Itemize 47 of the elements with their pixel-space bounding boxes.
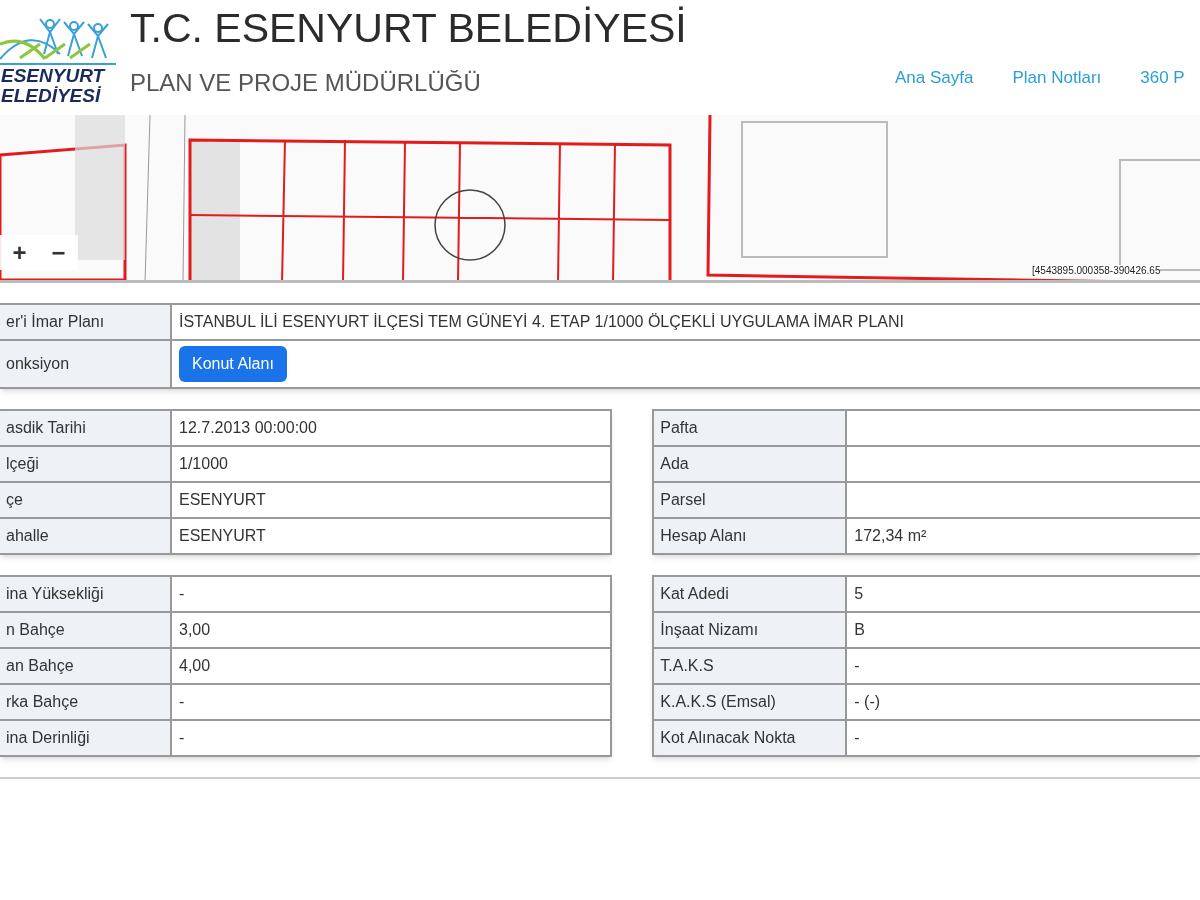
row-label: er'i İmar Planı — [0, 305, 172, 339]
row-value: - — [179, 584, 185, 604]
row-value: 5 — [854, 584, 864, 604]
row-label: Kat Adedi — [654, 577, 848, 611]
function-badge[interactable]: Konut Alanı — [179, 346, 287, 382]
row-label: İnşaat Nizamı — [654, 613, 848, 647]
zoom-in-button[interactable]: + — [8, 240, 31, 265]
row-label: Parsel — [654, 483, 848, 517]
row-label: T.A.K.S — [654, 649, 848, 683]
row-label: Kot Alınacak Nokta — [654, 721, 848, 755]
row-label: ina Yüksekliği — [0, 577, 172, 611]
row-value: İSTANBUL İLİ ESENYURT İLÇESİ TEM GÜNEYİ 4. ETAP 1/1000 ÖLÇEKLİ UYGULAMA İMAR PLANI — [179, 312, 904, 332]
row-label: Ada — [654, 447, 848, 481]
row-label: rka Bahçe — [0, 685, 172, 719]
row-value: ESENYURT — [179, 526, 266, 546]
row-label: lçeği — [0, 447, 172, 481]
row-label: K.A.K.S (Emsal) — [654, 685, 848, 719]
row-label: ina Derinliği — [0, 721, 172, 755]
map-coordinates: [4543895.000358-390426.65 — [1032, 265, 1161, 277]
row-value: - (-) — [854, 692, 881, 712]
site-title: T.C. ESENYURT BELEDİYESİ — [130, 4, 687, 52]
row-label: çe — [0, 483, 172, 517]
row-value: 4,00 — [179, 656, 211, 676]
row-value: - — [179, 728, 185, 748]
row-value: - — [179, 692, 185, 712]
row-label: Hesap Alanı — [654, 519, 848, 553]
logo-text: ESENYURT — [0, 66, 107, 86]
zoom-out-button[interactable]: − — [47, 240, 70, 265]
row-label: asdik Tarihi — [0, 411, 172, 445]
row-label: n Bahçe — [0, 613, 172, 647]
row-value: 1/1000 — [179, 454, 228, 474]
site-subtitle: PLAN VE PROJE MÜDÜRLÜĞÜ — [130, 68, 482, 98]
row-label: an Bahçe — [0, 649, 172, 683]
row-value: - — [854, 656, 860, 676]
row-value: 172,34 m² — [854, 526, 927, 546]
nav-link[interactable]: 360 P — [1140, 65, 1185, 91]
row-label: ahalle — [0, 519, 172, 553]
row-value: ESENYURT — [179, 490, 266, 510]
row-label: onksiyon — [0, 341, 172, 387]
row-value: - — [854, 728, 860, 748]
nav-link[interactable]: Plan Notları — [1012, 65, 1102, 91]
logo-text: ELEDİYESİ — [0, 86, 102, 106]
row-label: Pafta — [654, 411, 848, 445]
row-value: 3,00 — [179, 620, 211, 640]
nav-link[interactable]: Ana Sayfa — [895, 65, 974, 91]
row-value: B — [854, 620, 865, 640]
row-value: 12.7.2013 00:00:00 — [179, 418, 317, 438]
